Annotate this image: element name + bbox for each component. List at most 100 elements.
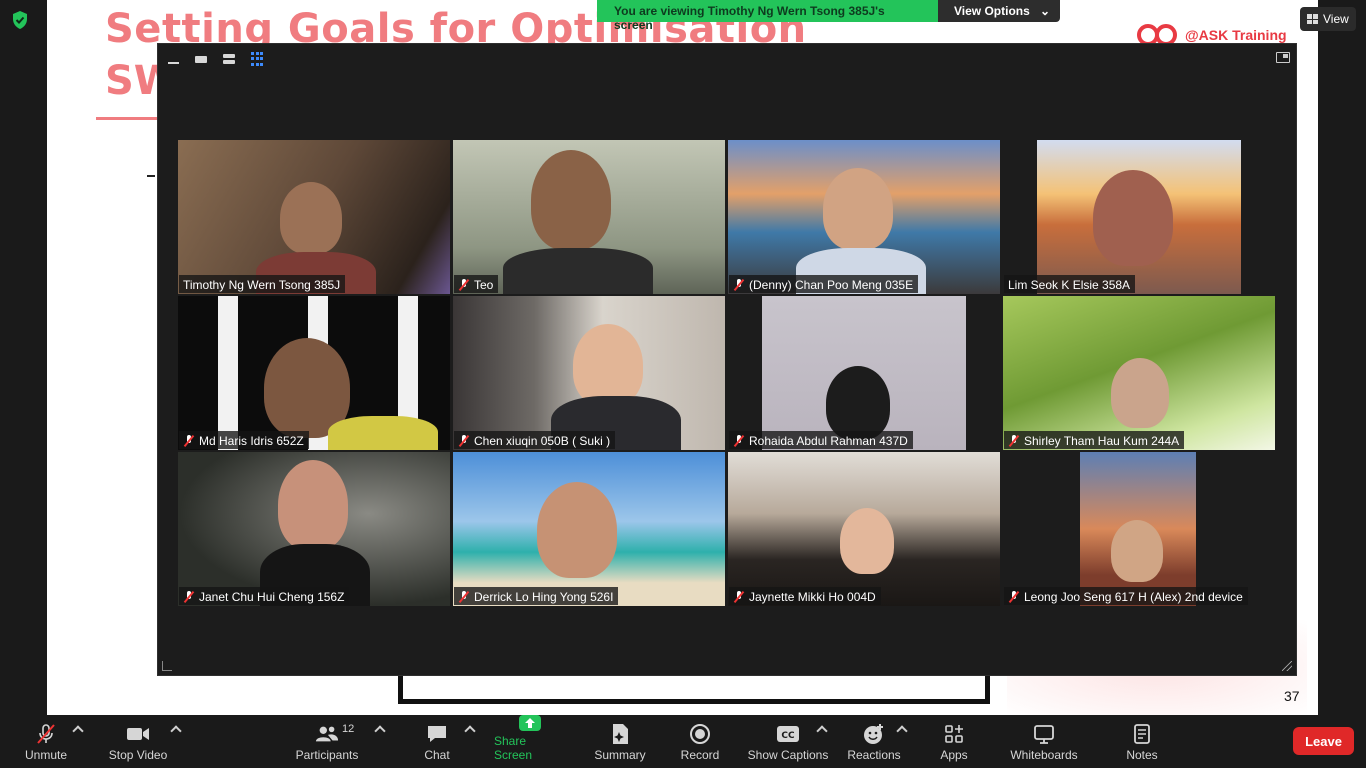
grid-icon (1307, 14, 1318, 24)
video-tile[interactable]: Jaynette Mikki Ho 004D (728, 452, 1000, 606)
participant-face (823, 168, 893, 250)
muted-mic-icon (34, 723, 58, 745)
muted-mic-icon (733, 435, 745, 447)
muted-mic-icon (458, 591, 470, 603)
view-options-label: View Options (954, 4, 1030, 18)
speaker-view-icon[interactable] (222, 52, 236, 66)
brand-text: @ASK Training (1185, 27, 1287, 43)
muted-mic-icon (458, 279, 470, 291)
participant-face (573, 324, 643, 406)
participant-face (280, 182, 342, 254)
participant-body (503, 248, 653, 294)
meeting-toolbar: Unmute Stop Video Participants 12 Chat S… (0, 715, 1366, 768)
slide-bullet (147, 175, 155, 177)
chat-caret-icon[interactable] (464, 725, 476, 737)
video-tile[interactable]: Timothy Ng Wern Tsong 385J (178, 140, 450, 294)
view-label: View (1323, 12, 1349, 26)
chat-button[interactable]: Chat (420, 715, 454, 768)
participant-nametag: Teo (454, 275, 499, 293)
video-tile[interactable]: Shirley Tham Hau Kum 244A (1003, 296, 1275, 450)
audio-options-caret-icon[interactable] (72, 725, 84, 737)
participants-count: 12 (342, 723, 355, 735)
reactions-icon (862, 723, 886, 745)
record-icon (688, 723, 712, 745)
participant-face (531, 150, 611, 250)
leave-button[interactable]: Leave (1293, 727, 1354, 755)
participant-nametag: Jaynette Mikki Ho 004D (729, 587, 881, 605)
muted-mic-icon (733, 279, 745, 291)
muted-mic-icon (733, 591, 745, 603)
participant-face (1111, 520, 1163, 582)
participant-nametag: Rohaida Abdul Rahman 437D (729, 431, 913, 449)
video-options-caret-icon[interactable] (170, 725, 182, 737)
record-button[interactable]: Record (678, 715, 722, 768)
minimize-icon[interactable] (166, 52, 180, 66)
slide-page-number: 37 (1284, 688, 1300, 704)
apps-icon (942, 723, 966, 745)
notes-button[interactable]: Notes (1122, 715, 1162, 768)
video-tile[interactable]: Leong Joo Seng 617 H (Alex) 2nd device (1003, 452, 1275, 606)
reactions-button[interactable]: Reactions (846, 715, 902, 768)
participant-face (537, 482, 617, 578)
participant-nametag: Derrick Lo Hing Yong 526I (454, 587, 619, 605)
resize-handle-right[interactable] (1282, 661, 1292, 671)
chat-icon (425, 723, 449, 745)
chevron-down-icon: ⌄ (1039, 4, 1050, 18)
video-tile[interactable]: Chen xiuqin 050B ( Suki ) (453, 296, 725, 450)
summary-icon (608, 723, 632, 745)
gallery-view-icon[interactable] (250, 52, 264, 66)
view-options-button[interactable]: View Options ⌄ (938, 0, 1060, 22)
share-screen-button[interactable]: Share Screen (494, 715, 566, 768)
whiteboard-icon (1032, 723, 1056, 745)
security-shield-icon[interactable] (10, 10, 30, 30)
participants-icon (315, 723, 339, 745)
unmute-button[interactable]: Unmute (22, 715, 70, 768)
gallery-toolbar (166, 52, 264, 66)
viewing-banner: You are viewing Timothy Ng Wern Tsong 38… (597, 0, 1060, 32)
video-camera-icon (126, 723, 150, 745)
video-tile[interactable]: Teo (453, 140, 725, 294)
participant-nametag: Md Haris Idris 652Z (179, 431, 309, 449)
summary-button[interactable]: Summary (592, 715, 648, 768)
participant-face (826, 366, 890, 440)
video-tile[interactable]: Md Haris Idris 652Z (178, 296, 450, 450)
viewing-message: You are viewing Timothy Ng Wern Tsong 38… (597, 0, 938, 32)
slide-box (398, 672, 990, 704)
video-tile[interactable]: (Denny) Chan Poo Meng 035E (728, 140, 1000, 294)
gallery-view-window: Timothy Ng Wern Tsong 385J Teo (Denny) C… (157, 43, 1297, 676)
muted-mic-icon (183, 591, 195, 603)
video-tile[interactable]: Rohaida Abdul Rahman 437D (728, 296, 1000, 450)
muted-mic-icon (458, 435, 470, 447)
share-screen-icon (519, 715, 541, 731)
svg-text:CC: CC (781, 731, 795, 741)
participant-body (328, 416, 438, 450)
exit-fullscreen-icon[interactable] (1276, 52, 1290, 63)
apps-button[interactable]: Apps (936, 715, 972, 768)
show-captions-button[interactable]: CC Show Captions (746, 715, 830, 768)
participant-nametag: Timothy Ng Wern Tsong 385J (179, 275, 346, 293)
participant-face (840, 508, 894, 574)
video-tile[interactable]: Janet Chu Hui Cheng 156Z (178, 452, 450, 606)
participant-nametag: Janet Chu Hui Cheng 156Z (179, 587, 350, 605)
muted-mic-icon (1008, 591, 1020, 603)
participant-nametag: Shirley Tham Hau Kum 244A (1004, 431, 1185, 449)
participant-nametag: Leong Joo Seng 617 H (Alex) 2nd device (1004, 587, 1248, 605)
muted-mic-icon (183, 435, 195, 447)
stop-video-button[interactable]: Stop Video (106, 715, 170, 768)
participants-caret-icon[interactable] (374, 725, 386, 737)
participant-nametag: (Denny) Chan Poo Meng 035E (729, 275, 919, 293)
resize-handle-left[interactable] (162, 661, 172, 671)
participant-face (1111, 358, 1169, 428)
participant-nametag: Chen xiuqin 050B ( Suki ) (454, 431, 616, 449)
participant-face (1093, 170, 1173, 266)
participant-face (278, 460, 348, 550)
view-button[interactable]: View (1300, 7, 1356, 31)
strip-view-icon[interactable] (194, 52, 208, 66)
participant-nametag: Lim Seok K Elsie 358A (1004, 275, 1136, 293)
closed-captions-icon: CC (776, 723, 800, 745)
muted-mic-icon (1008, 435, 1020, 447)
video-tile[interactable]: Derrick Lo Hing Yong 526I (453, 452, 725, 606)
notes-icon (1130, 723, 1154, 745)
video-tile[interactable]: Lim Seok K Elsie 358A (1003, 140, 1275, 294)
whiteboards-button[interactable]: Whiteboards (1006, 715, 1082, 768)
